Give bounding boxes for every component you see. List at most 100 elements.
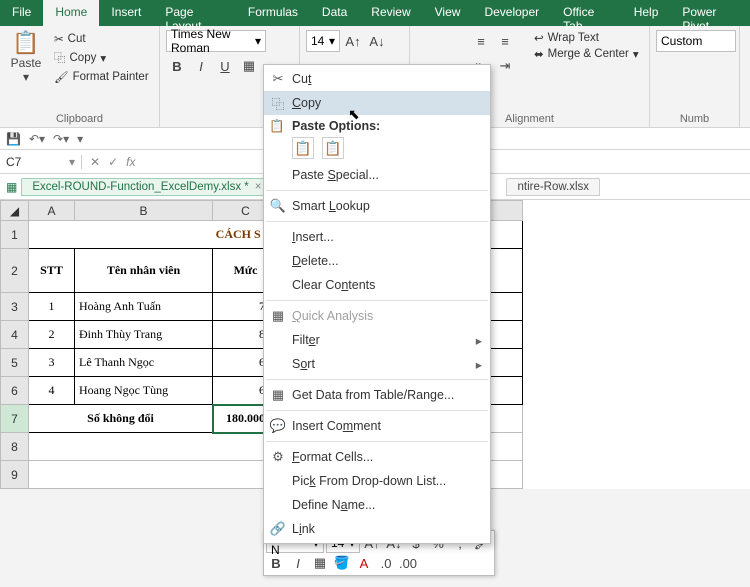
ctx-insert[interactable]: Insert... xyxy=(264,225,490,249)
ctx-filter[interactable]: Filter▸ xyxy=(264,328,490,352)
mini-border[interactable]: ▦ xyxy=(310,553,330,573)
data-cell[interactable]: Đinh Thùy Trang xyxy=(75,321,213,349)
undo-button[interactable]: ↶▾ xyxy=(29,132,45,146)
workbook-tab-2[interactable]: ntire-Row.xlsx xyxy=(506,178,600,196)
data-cell[interactable]: Hoang Ngọc Tùng xyxy=(75,377,213,405)
header-cell[interactable]: STT xyxy=(29,249,75,293)
cut-button[interactable]: ✂Cut xyxy=(50,30,149,48)
group-label: Numb xyxy=(650,113,739,125)
row-header[interactable]: 1 xyxy=(1,221,29,249)
ctx-sort[interactable]: Sort▸ xyxy=(264,352,490,376)
ctx-delete[interactable]: Delete... xyxy=(264,249,490,273)
ctx-cut[interactable]: ✂Cut xyxy=(264,67,490,91)
data-cell[interactable]: 2 xyxy=(29,321,75,349)
workbook-tab-1[interactable]: Excel-ROUND-Function_ExcelDemy.xlsx *× xyxy=(21,178,272,196)
ctx-paste-options-label: 📋Paste Options: xyxy=(264,115,490,135)
paste-option-values[interactable]: 📋 xyxy=(322,137,344,159)
row-header[interactable]: 6 xyxy=(1,377,29,405)
mini-decrease-decimal[interactable]: .0 xyxy=(376,553,396,573)
context-menu: ✂Cut ⿻Copy 📋Paste Options: 📋 📋 Paste Spe… xyxy=(263,64,491,544)
menu-insert[interactable]: Insert xyxy=(99,0,153,26)
mini-italic[interactable]: I xyxy=(288,553,308,573)
data-cell[interactable]: Lê Thanh Ngọc xyxy=(75,349,213,377)
ctx-smart-lookup[interactable]: 🔍Smart Lookup xyxy=(264,194,490,218)
row-header[interactable]: 2 xyxy=(1,249,29,293)
row-header[interactable]: 5 xyxy=(1,349,29,377)
menu-view[interactable]: View xyxy=(423,0,473,26)
data-cell[interactable]: Số không đổi xyxy=(29,405,213,433)
copy-button[interactable]: ⿻Copy ▾ xyxy=(50,48,149,68)
ctx-paste-special[interactable]: Paste Special... xyxy=(264,163,490,187)
row-header[interactable]: 3 xyxy=(1,293,29,321)
close-icon[interactable]: × xyxy=(255,181,262,193)
select-all-button[interactable]: ◢ xyxy=(1,201,29,221)
chevron-right-icon: ▸ xyxy=(476,357,482,372)
align-middle-button[interactable]: ≡ xyxy=(494,30,516,52)
row-header[interactable]: 9 xyxy=(1,461,29,489)
qat-more[interactable]: ▾ xyxy=(77,132,83,146)
cursor-icon: ⬉ xyxy=(348,106,360,123)
font-name-combo[interactable]: Times New Roman▾ xyxy=(166,30,266,52)
name-box[interactable]: C7▾ xyxy=(0,155,82,169)
paste-option-default[interactable]: 📋 xyxy=(292,137,314,159)
menu-power-pivot[interactable]: Power Pivot xyxy=(670,0,750,26)
menu-help[interactable]: Help xyxy=(622,0,671,26)
ctx-define-name[interactable]: Define Name... xyxy=(264,493,490,517)
save-button[interactable]: 💾 xyxy=(6,132,21,146)
mini-increase-decimal[interactable]: .00 xyxy=(398,553,418,573)
menu-file[interactable]: File xyxy=(0,0,43,26)
menu-formulas[interactable]: Formulas xyxy=(236,0,310,26)
increase-font-button[interactable]: A↑ xyxy=(342,30,364,52)
ctx-pick-dropdown[interactable]: Pick From Drop-down List... xyxy=(264,469,490,493)
enter-formula-button[interactable]: ✓ xyxy=(108,155,118,169)
border-button[interactable]: ▦ xyxy=(238,55,260,77)
merge-center-button[interactable]: ⬌Merge & Center ▾ xyxy=(534,46,639,62)
menu-office-tab[interactable]: Office Tab xyxy=(551,0,622,26)
ctx-get-data[interactable]: ▦Get Data from Table/Range... xyxy=(264,383,490,407)
chevron-right-icon: ▸ xyxy=(476,333,482,348)
menu-review[interactable]: Review xyxy=(359,0,422,26)
format-painter-button[interactable]: 🖌Format Painter xyxy=(50,68,149,86)
header-cell[interactable]: Tên nhân viên xyxy=(75,249,213,293)
decrease-font-button[interactable]: A↓ xyxy=(366,30,388,52)
mini-bold[interactable]: B xyxy=(266,553,286,573)
mini-font-color[interactable]: A xyxy=(354,553,374,573)
font-size-combo[interactable]: 14▾ xyxy=(306,30,340,52)
menu-home[interactable]: Home xyxy=(43,0,99,26)
search-icon: 🔍 xyxy=(269,198,287,214)
italic-button[interactable]: I xyxy=(190,55,212,77)
tab-list-icon[interactable]: ▦ xyxy=(6,180,17,194)
row-header[interactable]: 7 xyxy=(1,405,29,433)
menu-developer[interactable]: Developer xyxy=(472,0,551,26)
mini-fill-color[interactable]: 🪣 xyxy=(332,553,352,573)
ctx-paste-options: 📋 📋 xyxy=(264,135,490,163)
group-clipboard: 📋 Paste ▾ ✂Cut ⿻Copy ▾ 🖌Format Painter C… xyxy=(0,26,160,127)
ctx-clear-contents[interactable]: Clear Contents xyxy=(264,273,490,297)
wrap-text-button[interactable]: ↩Wrap Text xyxy=(534,30,639,46)
data-cell[interactable]: 1 xyxy=(29,293,75,321)
redo-button[interactable]: ↷▾ xyxy=(53,132,69,146)
ctx-insert-comment[interactable]: 💬Insert Comment xyxy=(264,414,490,438)
fx-button[interactable]: fx xyxy=(126,155,135,169)
merge-icon: ⬌ xyxy=(534,47,544,61)
paste-button[interactable]: 📋 Paste ▾ xyxy=(6,30,46,86)
paste-label: Paste xyxy=(6,56,46,70)
number-format-combo[interactable]: Custom xyxy=(656,30,736,52)
underline-button[interactable]: U xyxy=(214,55,236,77)
menu-data[interactable]: Data xyxy=(310,0,359,26)
scissors-icon: ✂ xyxy=(269,71,287,87)
increase-indent-button[interactable]: ⇥ xyxy=(494,55,516,77)
data-cell[interactable]: Hoàng Anh Tuấn xyxy=(75,293,213,321)
ctx-copy[interactable]: ⿻Copy xyxy=(264,91,490,115)
align-top-button[interactable]: ≡ xyxy=(470,30,492,52)
bold-button[interactable]: B xyxy=(166,55,188,77)
ctx-link[interactable]: 🔗Link xyxy=(264,517,490,541)
clipboard-icon: 📋 xyxy=(6,30,46,56)
ctx-format-cells[interactable]: ⚙Format Cells... xyxy=(264,445,490,469)
menu-page-layout[interactable]: Page Layout xyxy=(153,0,236,26)
data-cell[interactable]: 3 xyxy=(29,349,75,377)
row-header[interactable]: 4 xyxy=(1,321,29,349)
data-cell[interactable]: 4 xyxy=(29,377,75,405)
row-header[interactable]: 8 xyxy=(1,433,29,461)
cancel-formula-button[interactable]: ✕ xyxy=(90,155,100,169)
